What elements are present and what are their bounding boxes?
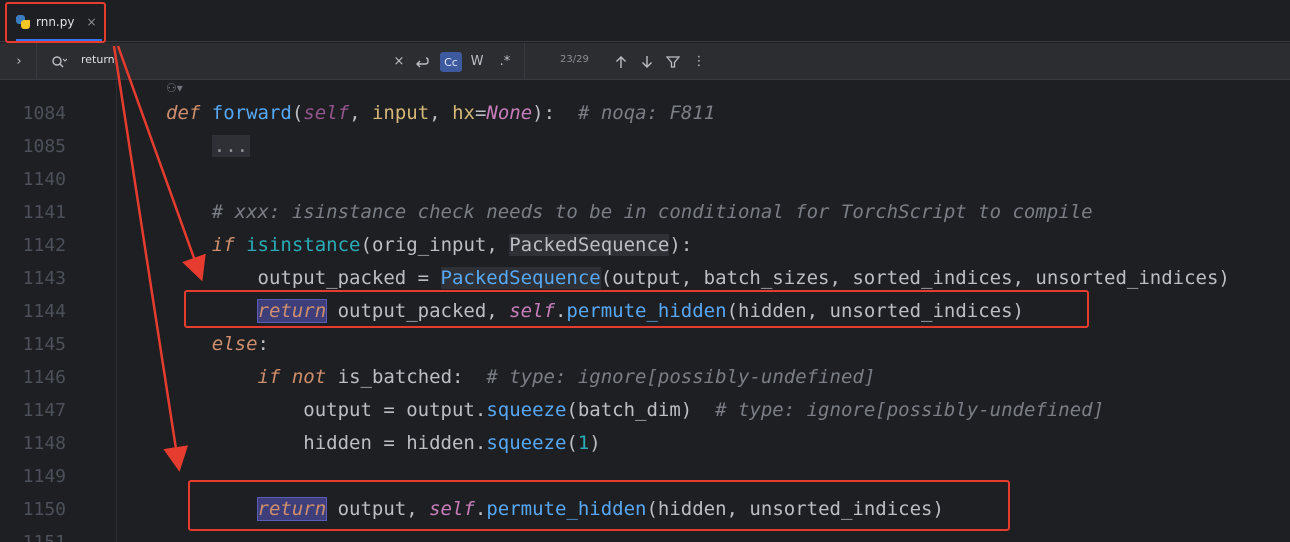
- code-line: 1148 hidden = hidden.squeeze(1): [0, 427, 1290, 460]
- editor-tab-bar: rnn.py ×: [0, 0, 1290, 42]
- line-number: 1149: [22, 466, 66, 487]
- line-number: 1141: [22, 202, 66, 223]
- expand-replace-chevron-icon[interactable]: ›: [8, 43, 30, 80]
- active-tab-indicator: [16, 39, 102, 42]
- search-match-highlight: return: [256, 299, 328, 323]
- find-bar: › return × Cc W .* 23/29 ⋮: [0, 43, 1290, 80]
- code-text: output_packed = PackedSequence(output, b…: [257, 267, 1230, 289]
- close-tab-icon[interactable]: ×: [86, 15, 96, 29]
- code-line: 1144 return output_packed, self.permute_…: [0, 295, 1290, 328]
- clear-search-icon[interactable]: ×: [390, 43, 408, 80]
- code-line: 1143 output_packed = PackedSequence(outp…: [0, 262, 1290, 295]
- multiline-icon[interactable]: [412, 43, 432, 80]
- whole-words-toggle[interactable]: W: [466, 43, 488, 80]
- code-editor[interactable]: ⚇▾ 1084 def forward(self, input, hx=None…: [0, 81, 1290, 542]
- arrow-up-icon[interactable]: [612, 43, 630, 80]
- line-number: 1146: [22, 367, 66, 388]
- code-text: if isinstance(orig_input, PackedSequence…: [211, 234, 693, 256]
- match-count: 23/29: [560, 54, 589, 65]
- tab-label: rnn.py: [36, 15, 75, 29]
- code-text: output = output.squeeze(batch_dim) # typ…: [303, 399, 1105, 421]
- line-number: 1085: [22, 136, 66, 157]
- tab-rnn-py[interactable]: rnn.py ×: [8, 6, 102, 42]
- code-text: def forward(self, input, hx=None): # noq…: [166, 102, 716, 124]
- search-input[interactable]: return: [81, 53, 115, 66]
- line-number: 1145: [22, 334, 66, 355]
- line-number: 1143: [22, 268, 66, 289]
- filter-icon[interactable]: [664, 43, 682, 80]
- more-options-icon[interactable]: ⋮: [690, 43, 708, 80]
- find-bar-divider: [36, 43, 37, 80]
- line-number: 1148: [22, 433, 66, 454]
- arrow-down-icon[interactable]: [638, 43, 656, 80]
- code-line: 1147 output = output.squeeze(batch_dim) …: [0, 394, 1290, 427]
- code-line: 1084 def forward(self, input, hx=None): …: [0, 97, 1290, 130]
- find-bar-divider-2: [524, 43, 525, 80]
- code-line: 1142 if isinstance(orig_input, PackedSeq…: [0, 229, 1290, 262]
- python-file-icon: [16, 15, 30, 29]
- code-text: ...: [166, 130, 251, 163]
- code-line: 1151: [0, 526, 1290, 542]
- code-line: 1146 if not is_batched: # type: ignore[p…: [0, 361, 1290, 394]
- line-number: 1144: [22, 301, 66, 322]
- code-line: 1141 # xxx: isinstance check needs to be…: [0, 196, 1290, 229]
- line-number: 1150: [22, 499, 66, 520]
- code-line: 1145 else:: [0, 328, 1290, 361]
- code-text: return output_packed, self.permute_hidde…: [256, 299, 1024, 323]
- code-text: hidden = hidden.squeeze(1): [303, 432, 601, 454]
- code-line: 1149: [0, 460, 1290, 493]
- line-number: 1151: [0, 526, 66, 542]
- code-line: 1150 return output, self.permute_hidden(…: [0, 493, 1290, 526]
- line-number: 1140: [22, 169, 66, 190]
- code-text: return output, self.permute_hidden(hidde…: [256, 497, 944, 521]
- line-number: 1147: [22, 400, 66, 421]
- code-text: # xxx: isinstance check needs to be in c…: [211, 201, 1093, 223]
- search-history-icon[interactable]: [46, 43, 72, 80]
- code-text: if not is_batched: # type: ignore[possib…: [257, 366, 876, 388]
- folded-region[interactable]: ...: [211, 135, 251, 157]
- match-case-toggle[interactable]: Cc: [440, 52, 462, 72]
- code-line: 1140: [0, 163, 1290, 196]
- line-number: 1142: [22, 235, 66, 256]
- regex-toggle[interactable]: .*: [494, 43, 516, 80]
- line-number: 1084: [22, 103, 66, 124]
- code-text: else:: [211, 333, 269, 355]
- code-line: 1085 ...: [0, 130, 1290, 163]
- author-avatar-icon: ⚇▾: [166, 81, 183, 95]
- search-match-highlight: return: [256, 497, 328, 521]
